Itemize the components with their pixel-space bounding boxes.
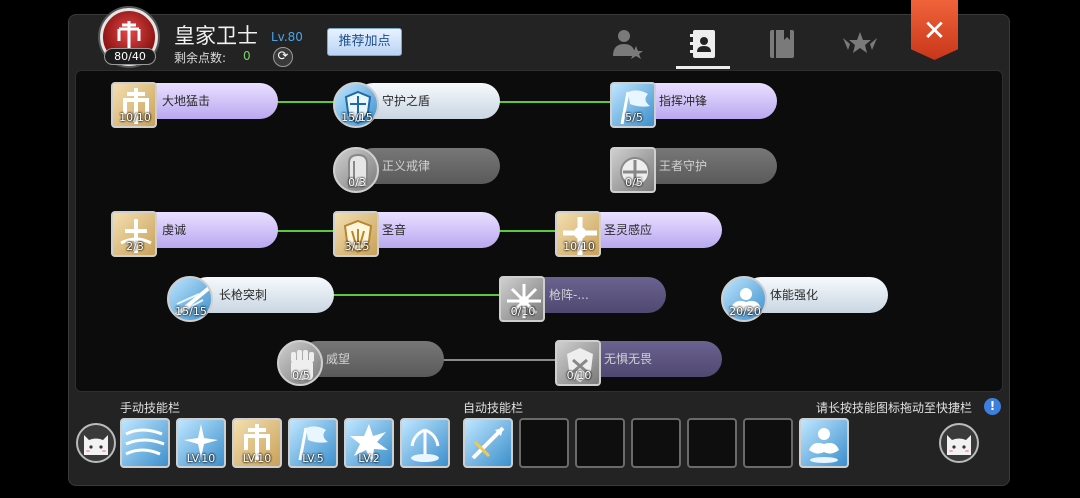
manual-skill-bar-label: 手动技能栏	[120, 401, 181, 415]
class-level: Lv.80	[271, 30, 303, 44]
skill-connector	[499, 101, 613, 103]
skill-count: 0/5	[625, 176, 643, 189]
reset-points-icon[interactable]: ⟳	[273, 47, 293, 67]
skill-connector	[333, 294, 503, 296]
cat-avatar-icon[interactable]	[76, 423, 116, 463]
skill-count: 3/15	[344, 240, 370, 253]
skill-count: 0/5	[292, 369, 310, 382]
skill-count: 15/15	[175, 305, 207, 318]
skill-count: 5/5	[625, 111, 643, 124]
class-name: 皇家卫士	[174, 24, 258, 48]
cat-avatar-icon[interactable]	[939, 423, 979, 463]
active-tab-indicator	[676, 66, 730, 69]
physical-enhance-icon	[809, 428, 839, 463]
auto-skill-slot[interactable]	[463, 418, 513, 468]
empty-skill-slot[interactable]	[743, 418, 793, 468]
info-icon[interactable]: !	[984, 398, 1001, 415]
remaining-points-value: 0	[243, 49, 251, 63]
skill-connector	[277, 101, 337, 103]
skill-count: 0/10	[566, 369, 592, 382]
skill-count: 0/10	[510, 305, 536, 318]
skill-connector	[499, 230, 559, 232]
slot-level: LV.10	[242, 452, 272, 465]
manual-skill-slot[interactable]: LV.10	[232, 418, 282, 468]
remaining-points-label: 剩余点数:	[174, 51, 227, 65]
skill-count: 0/3	[348, 176, 366, 189]
manual-skill-slot[interactable]: LV.10	[176, 418, 226, 468]
close-icon: ✕	[922, 14, 947, 47]
winged-star-icon[interactable]	[840, 24, 880, 64]
skill-connector	[443, 359, 559, 361]
manual-skill-slot[interactable]	[400, 418, 450, 468]
slot-level: LV.10	[186, 452, 216, 465]
auto-skill-slot[interactable]	[799, 418, 849, 468]
skill-connector	[277, 230, 337, 232]
level-badge: 80/40	[104, 48, 156, 65]
spear-strike-icon	[471, 426, 505, 460]
skill-count: 2/3	[126, 240, 144, 253]
skill-count: 10/10	[563, 240, 595, 253]
manual-skill-slot[interactable]: LV.2	[344, 418, 394, 468]
book-icon[interactable]	[762, 24, 802, 64]
close-button[interactable]: ✕	[911, 0, 958, 60]
skill-count: 20/20	[729, 305, 761, 318]
empty-skill-slot[interactable]	[575, 418, 625, 468]
manual-skill-slot[interactable]	[120, 418, 170, 468]
fountain-icon	[410, 428, 440, 462]
auto-skill-bar-label: 自动技能栏	[463, 401, 524, 415]
drag-hint-text: 请长按技能图标拖动至快捷栏	[816, 401, 973, 415]
slot-level: LV.5	[302, 452, 324, 465]
manual-skill-slot[interactable]: LV.5	[288, 418, 338, 468]
person-star-icon[interactable]	[606, 24, 646, 64]
contact-book-icon[interactable]	[684, 24, 724, 64]
recommend-points-button[interactable]: 推荐加点	[327, 28, 402, 56]
empty-skill-slot[interactable]	[631, 418, 681, 468]
skill-count: 10/10	[119, 111, 151, 124]
empty-skill-slot[interactable]	[519, 418, 569, 468]
skill-count: 15/15	[341, 111, 373, 124]
slot-level: LV.2	[358, 452, 380, 465]
empty-skill-slot[interactable]	[687, 418, 737, 468]
wind-dash-icon	[125, 428, 165, 456]
